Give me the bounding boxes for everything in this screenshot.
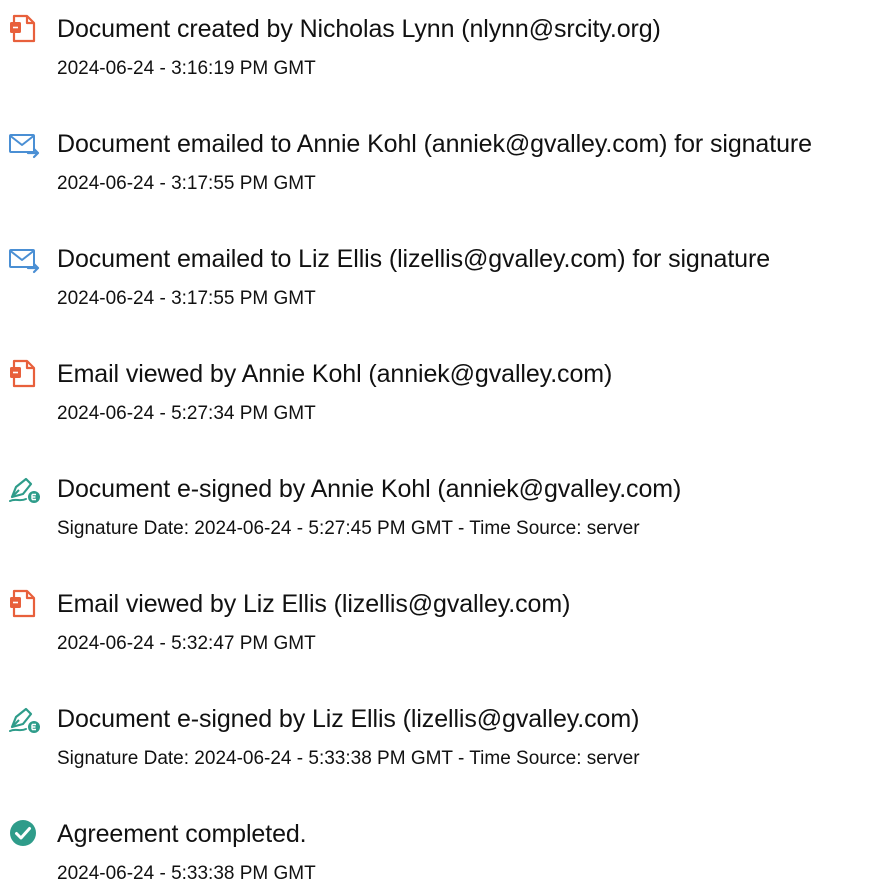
event-title: Agreement completed. [57,820,307,848]
event-timestamp: 2024-06-24 - 5:32:47 PM GMT [57,633,316,654]
audit-event: Document e-signed by Liz Ellis (lizellis… [0,690,874,770]
event-title: Email viewed by Annie Kohl (anniek@gvall… [57,360,613,388]
event-title: Document emailed to Liz Ellis (lizellis@… [57,245,771,273]
event-timestamp: 2024-06-24 - 3:16:19 PM GMT [57,58,316,79]
event-timestamp: 2024-06-24 - 3:17:55 PM GMT [57,288,316,309]
event-timestamp: Signature Date: 2024-06-24 - 5:33:38 PM … [57,748,640,769]
document-icon [8,358,40,390]
event-timestamp: 2024-06-24 - 5:27:34 PM GMT [57,403,316,424]
esign-pen-icon [8,703,40,735]
event-title: Document e-signed by Liz Ellis (lizellis… [57,705,640,733]
audit-event: Document emailed to Liz Ellis (lizellis@… [0,230,874,310]
audit-event: Email viewed by Annie Kohl (anniek@gvall… [0,345,874,425]
audit-event: Email viewed by Liz Ellis (lizellis@gval… [0,575,874,655]
event-timestamp: 2024-06-24 - 5:33:38 PM GMT [57,863,316,884]
audit-event: Document created by Nicholas Lynn (nlynn… [0,0,874,80]
audit-event: Document e-signed by Annie Kohl (anniek@… [0,460,874,540]
esign-pen-icon [8,473,40,505]
check-circle-icon [8,818,40,850]
document-icon [8,13,40,45]
email-sent-icon [8,243,40,275]
audit-event: Document emailed to Annie Kohl (anniek@g… [0,115,874,195]
document-icon [8,588,40,620]
event-timestamp: Signature Date: 2024-06-24 - 5:27:45 PM … [57,518,640,539]
event-title: Document e-signed by Annie Kohl (anniek@… [57,475,682,503]
event-title: Document created by Nicholas Lynn (nlynn… [57,15,661,43]
audit-event: Agreement completed. 2024-06-24 - 5:33:3… [0,805,874,885]
email-sent-icon [8,128,40,160]
event-title: Document emailed to Annie Kohl (anniek@g… [57,130,812,158]
event-timestamp: 2024-06-24 - 3:17:55 PM GMT [57,173,316,194]
event-title: Email viewed by Liz Ellis (lizellis@gval… [57,590,571,618]
